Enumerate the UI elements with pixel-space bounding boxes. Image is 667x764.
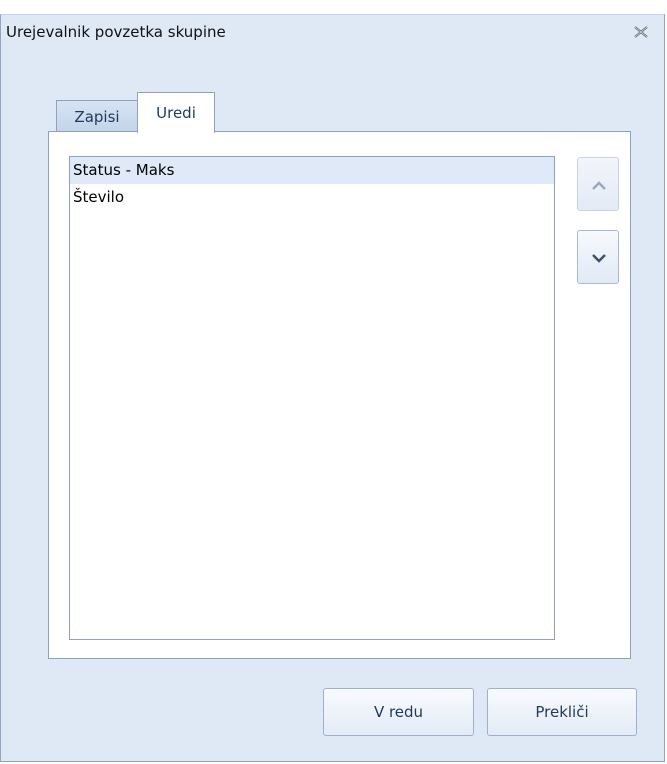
list-item[interactable]: Status - Maks	[70, 157, 554, 184]
window-title: Urejevalnik povzetka skupine	[6, 23, 226, 41]
move-down-button[interactable]	[577, 230, 619, 284]
tab-zapisi[interactable]: Zapisi	[56, 100, 138, 132]
tab-uredi[interactable]: Uredi	[137, 92, 215, 133]
chevron-down-icon	[592, 254, 606, 263]
close-button[interactable]	[630, 21, 652, 43]
move-up-button[interactable]	[577, 157, 619, 211]
title-bar: Urejevalnik povzetka skupine	[0, 18, 665, 48]
list-item[interactable]: Število	[70, 184, 554, 211]
cancel-button[interactable]: Prekliči	[487, 688, 637, 736]
ok-button[interactable]: V redu	[323, 688, 474, 736]
close-icon	[634, 26, 648, 38]
summary-listbox[interactable]: Status - Maks Število	[69, 156, 555, 640]
chevron-up-icon	[592, 181, 606, 190]
